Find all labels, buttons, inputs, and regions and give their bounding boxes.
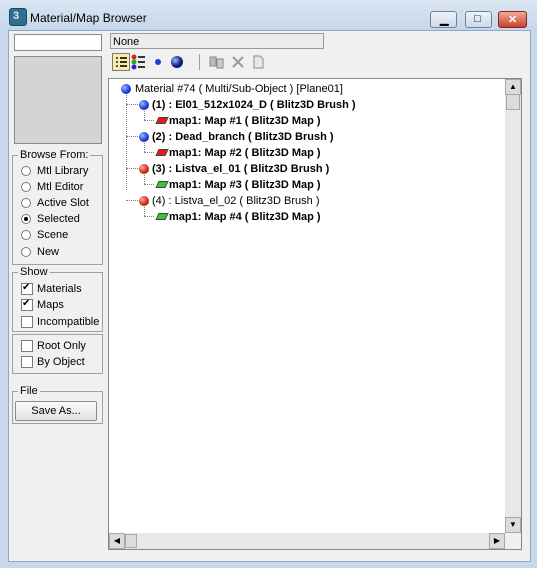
radio-label: New xyxy=(37,246,60,258)
update-scene-materials-icon[interactable] xyxy=(208,53,226,71)
radio-label: Mtl Library xyxy=(37,165,89,177)
map-parallelogram-icon xyxy=(155,181,169,188)
material-sphere-icon xyxy=(139,164,149,174)
checkbox-box xyxy=(21,356,33,368)
checkbox-box xyxy=(21,282,33,295)
radio-dot xyxy=(21,214,31,224)
material-sphere-icon xyxy=(139,100,149,110)
tree-connector xyxy=(144,152,154,153)
scrollbar-corner xyxy=(505,533,521,549)
checkbox-box xyxy=(21,340,33,352)
small-icons-view-icon[interactable] xyxy=(150,53,168,71)
minimize-icon: ▁ xyxy=(440,14,449,26)
map-parallelogram-icon xyxy=(155,149,169,156)
tree-connector xyxy=(144,120,154,121)
radio-label: Mtl Editor xyxy=(37,181,84,193)
tree-connector xyxy=(144,109,145,120)
material-name-field[interactable] xyxy=(14,34,102,51)
checkbox-label: Incompatible xyxy=(37,316,100,328)
tree-item-label: map1: Map #4 ( Blitz3D Map ) xyxy=(169,211,321,223)
tree-connector xyxy=(126,104,140,105)
checkbox-label: Root Only xyxy=(37,340,86,352)
vertical-scrollbar[interactable] xyxy=(505,79,521,533)
delete-icon[interactable] xyxy=(229,53,247,71)
list-icons-view-icon[interactable] xyxy=(130,53,148,71)
browse-from-group: Browse From: Mtl Library Mtl Editor Acti… xyxy=(12,149,103,265)
tree-item-label: map1: Map #2 ( Blitz3D Map ) xyxy=(169,147,321,159)
minimize-button[interactable]: ▁ xyxy=(430,11,457,28)
close-button[interactable]: ✕ xyxy=(498,11,527,28)
tree-connector xyxy=(144,141,145,152)
material-sphere-icon xyxy=(121,84,131,94)
tree-item-label: (3) : Listva_el_01 ( Blitz3D Brush ) xyxy=(152,163,330,175)
show-title: Show xyxy=(18,266,50,278)
tree-connector xyxy=(144,184,154,185)
scroll-right-button[interactable]: ▶ xyxy=(489,533,505,549)
filter-group: Root Only By Object xyxy=(12,334,103,374)
checkbox-label: By Object xyxy=(37,356,85,368)
material-sphere-icon xyxy=(139,196,149,206)
material-sphere-icon xyxy=(139,132,149,142)
radio-dot xyxy=(21,230,31,240)
radio-label: Selected xyxy=(37,213,80,225)
radio-dot xyxy=(21,247,31,257)
checkbox-label: Materials xyxy=(37,283,82,295)
clear-library-icon[interactable] xyxy=(249,53,267,71)
tree-connector xyxy=(144,205,145,216)
toolbar-separator xyxy=(199,54,200,70)
large-icons-view-icon[interactable] xyxy=(168,53,186,71)
browse-from-title: Browse From: xyxy=(18,149,91,161)
list-view-icon[interactable] xyxy=(112,53,130,71)
material-tree[interactable]: Material #74 ( Multi/Sub-Object ) [Plane… xyxy=(108,78,522,550)
radio-label: Active Slot xyxy=(37,197,89,209)
show-group: Show Materials Maps Incompatible xyxy=(12,266,103,332)
scroll-up-button[interactable]: ▲ xyxy=(505,79,521,95)
close-icon: ✕ xyxy=(508,14,518,26)
app-logo-icon: 3 xyxy=(9,8,27,26)
save-as-button[interactable]: Save As... xyxy=(15,401,97,421)
radio-dot xyxy=(21,166,31,176)
tree-item-label: (1) : El01_512x1024_D ( Blitz3D Brush ) xyxy=(152,99,356,111)
tree-connector xyxy=(126,200,140,201)
tree-connector xyxy=(144,216,154,217)
tree-item-label: (2) : Dead_branch ( Blitz3D Brush ) xyxy=(152,131,334,143)
vertical-scroll-thumb[interactable] xyxy=(506,94,520,110)
scroll-down-button[interactable]: ▼ xyxy=(505,517,521,533)
tree-item-label: (4) : Listva_el_02 ( Blitz3D Brush ) xyxy=(152,195,320,207)
horizontal-scrollbar[interactable] xyxy=(109,533,505,549)
toolbar xyxy=(110,53,530,73)
tree-item-label: map1: Map #1 ( Blitz3D Map ) xyxy=(169,115,321,127)
checkbox-label: Maps xyxy=(37,299,64,311)
file-title: File xyxy=(18,385,40,397)
checkbox-box xyxy=(21,316,33,328)
tree-connector xyxy=(144,173,145,184)
scroll-left-button[interactable]: ◀ xyxy=(109,533,125,549)
radio-dot xyxy=(21,182,31,192)
map-parallelogram-icon xyxy=(155,117,169,124)
tree-item-label: Material #74 ( Multi/Sub-Object ) [Plane… xyxy=(135,83,343,95)
horizontal-scroll-thumb[interactable] xyxy=(125,534,137,548)
checkbox-box xyxy=(21,298,33,311)
tree-item-label: map1: Map #3 ( Blitz3D Map ) xyxy=(169,179,321,191)
material-preview xyxy=(14,56,102,144)
map-parallelogram-icon xyxy=(155,213,169,220)
path-field: None xyxy=(110,33,324,49)
tree-connector xyxy=(126,136,140,137)
maximize-icon: □ xyxy=(474,13,481,25)
tree-connector xyxy=(126,168,140,169)
radio-dot xyxy=(21,198,31,208)
tree-connector xyxy=(126,93,127,190)
radio-label: Scene xyxy=(37,229,69,241)
window-title: Material/Map Browser xyxy=(30,11,147,25)
maximize-button[interactable]: □ xyxy=(465,11,492,28)
